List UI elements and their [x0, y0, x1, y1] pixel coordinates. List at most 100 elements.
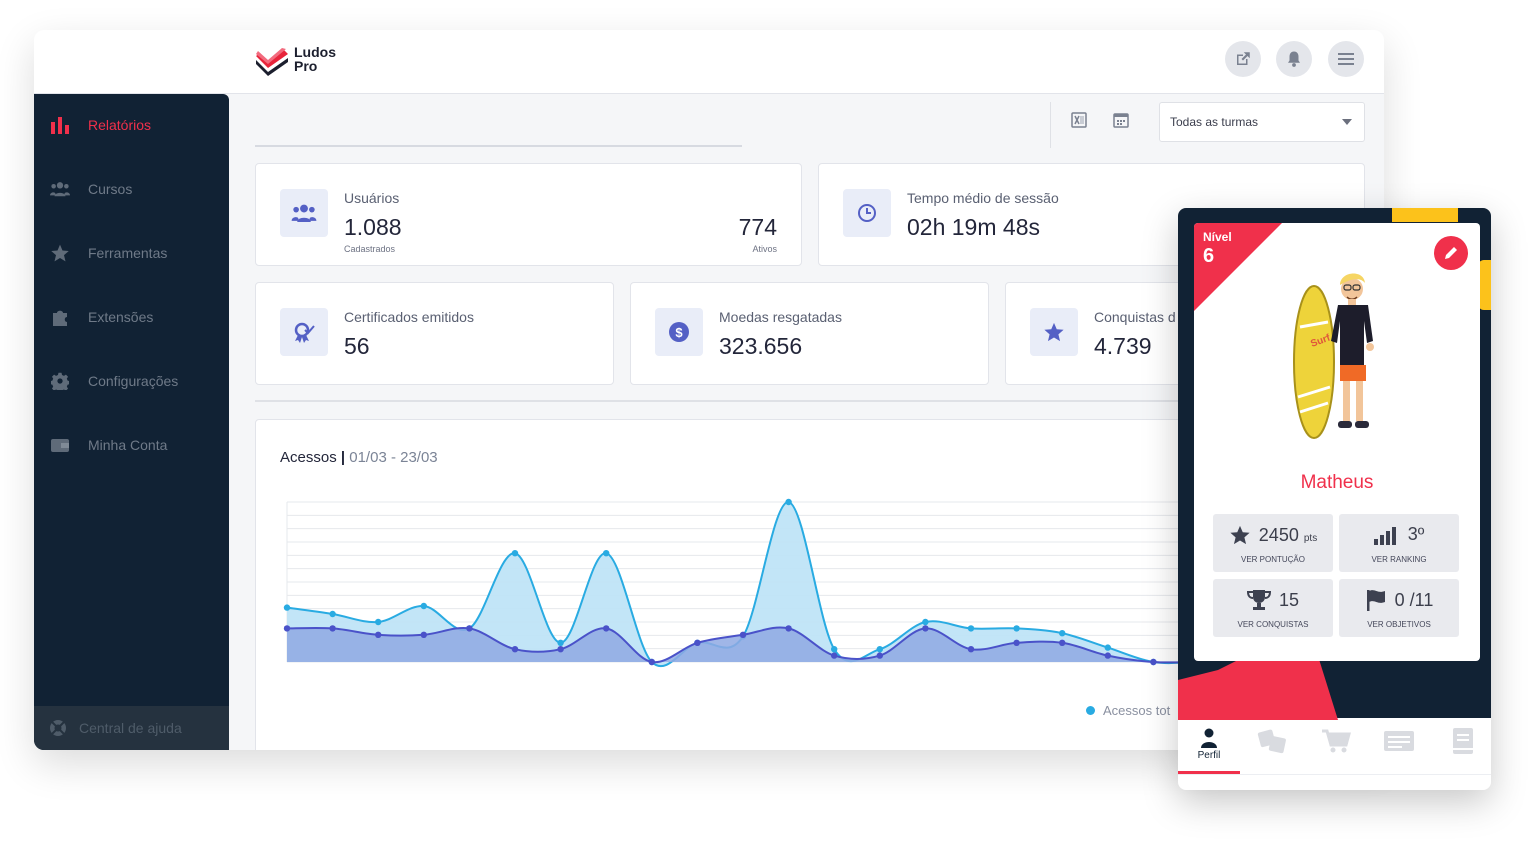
tab-biblioteca[interactable] [1432, 720, 1491, 774]
sidebar-item-relatorios[interactable]: Relatórios [34, 105, 229, 145]
chart-title-separator: | [340, 449, 346, 466]
trophy-icon [1246, 590, 1271, 610]
pencil-icon [1445, 247, 1457, 259]
active-users-value: 774 [738, 214, 777, 240]
coin-icon: $ [655, 308, 703, 356]
series-1-point-19 [1104, 644, 1111, 651]
wallet-icon [50, 435, 70, 455]
series-1-point-3 [375, 618, 382, 626]
profile-card: Nível 6 Surf Matheus 2450 pts VER PONTUÇ… [1194, 223, 1480, 661]
date-range-button[interactable] [1112, 111, 1132, 131]
book-icon [1453, 728, 1473, 754]
card-label: Tempo médio de sessão [907, 190, 1059, 206]
clock-icon [843, 189, 891, 237]
sidebar-item-label: Cursos [88, 181, 133, 197]
points-caption: VER PONTUÇÃO [1240, 555, 1305, 564]
chart-legend[interactable]: Acessos tot [1086, 703, 1170, 718]
objectives-stat[interactable]: 0 /11 VER OBJETIVOS [1339, 579, 1459, 637]
series-1-point-16 [967, 625, 975, 632]
external-link-button[interactable] [1225, 41, 1261, 77]
ludos-logo-icon [256, 48, 288, 76]
star-icon [1230, 525, 1250, 545]
sidebar-item-extensoes[interactable]: Extensões [34, 297, 229, 337]
points-unit: pts [1303, 532, 1318, 544]
star-icon [50, 243, 70, 263]
turma-select[interactable]: Todas as turmas [1159, 102, 1365, 142]
signal-icon [1373, 526, 1396, 545]
certificate-icon [280, 308, 328, 356]
users-icon [50, 179, 70, 199]
chart-title: Acessos | 01/03 - 23/03 [280, 449, 438, 466]
sidebar-item-label: Ferramentas [88, 245, 168, 261]
lifebuoy-icon [49, 719, 67, 737]
legend-dot [1086, 706, 1095, 715]
sidebar-item-minha-conta[interactable]: Minha Conta [34, 425, 229, 465]
series-1-point-6 [511, 550, 519, 557]
points-value: 2450 [1258, 524, 1299, 545]
achievements-stat[interactable]: 15 VER CONQUISTAS [1213, 579, 1333, 637]
tab-perfil[interactable]: Perfil [1178, 720, 1240, 774]
chevron-down-icon [1342, 119, 1352, 125]
registered-users-value: 1.088 [344, 214, 402, 240]
sidebar-item-label: Relatórios [88, 117, 152, 133]
series-1-point-1 [283, 604, 291, 611]
sidebar-item-label: Minha Conta [88, 437, 168, 453]
gear-icon [50, 371, 70, 391]
series-2-point-17 [1013, 639, 1020, 646]
certificates-value: 56 [344, 333, 370, 359]
decor-yellow [1392, 208, 1458, 222]
objectives-caption: VER OBJETIVOS [1367, 620, 1431, 629]
series-2-point-5 [466, 625, 473, 632]
calendar-icon [1113, 113, 1129, 128]
level-value: 6 [1203, 245, 1215, 267]
sidebar-item-ferramentas[interactable]: Ferramentas [34, 233, 229, 273]
brand-logo[interactable]: Ludos Pro [254, 44, 354, 80]
card-label: Usuários [344, 190, 400, 206]
series-2-point-8 [603, 625, 610, 632]
ranking-stat[interactable]: 3º VER RANKING [1339, 514, 1459, 572]
series-2-point-10 [694, 639, 701, 646]
series-1-point-4 [420, 602, 427, 610]
series-1-point-2 [329, 610, 336, 618]
turma-select-value: Todas as turmas [1170, 115, 1259, 129]
tab-jogos[interactable] [1241, 720, 1303, 774]
tab-noticias[interactable] [1368, 720, 1430, 774]
sidebar-item-label: Extensões [88, 309, 154, 325]
card-label: Conquistas d [1094, 309, 1176, 325]
toolbar-divider [1050, 102, 1051, 148]
series-2-point-13 [831, 652, 838, 659]
achievements-count: 15 [1278, 589, 1300, 610]
help-center-link[interactable]: Central de ajuda [34, 706, 229, 750]
sidebar-item-cursos[interactable]: Cursos [34, 169, 229, 209]
legend-label: Acessos tot [1103, 703, 1171, 718]
users-icon [280, 189, 328, 237]
card-certificados: Certificados emitidos 56 [255, 282, 614, 385]
tab-loja[interactable] [1305, 720, 1367, 774]
edit-profile-button[interactable] [1434, 236, 1468, 270]
series-1-point-17 [1013, 625, 1020, 632]
objectives-value: 0 /11 [1394, 589, 1434, 610]
ranking-value: 3º [1407, 524, 1425, 544]
excel-export-button[interactable] [1070, 111, 1090, 131]
sidebar-item-label: Configurações [88, 373, 179, 389]
series-1-point-18 [1059, 630, 1066, 637]
series-1-point-8 [603, 550, 610, 557]
star-icon [1030, 308, 1078, 356]
card-usuarios: Usuários 1.088 Cadastrados 774 Ativos [255, 163, 802, 266]
avatar: Surf [1293, 273, 1374, 439]
svg-text:$: $ [675, 325, 683, 340]
active-caption: Ativos [752, 244, 777, 254]
series-2-point-20 [1150, 658, 1157, 666]
series-2-point-15 [922, 625, 929, 632]
main-menu-button[interactable] [1328, 41, 1364, 77]
session-time-value: 02h 19m 48s [907, 214, 1040, 240]
series-2-point-6 [511, 646, 519, 653]
top-bar: Ludos Pro [34, 30, 1384, 94]
series-1-point-7 [557, 639, 564, 646]
chart-date-range: 01/03 - 23/03 [349, 449, 438, 466]
points-stat[interactable]: 2450 pts VER PONTUÇÃO [1213, 514, 1333, 572]
sidebar-item-configuracoes[interactable]: Configurações [34, 361, 229, 401]
series-2-point-2 [329, 625, 336, 632]
notifications-button[interactable] [1276, 41, 1312, 77]
series-1-point-12 [785, 498, 792, 506]
